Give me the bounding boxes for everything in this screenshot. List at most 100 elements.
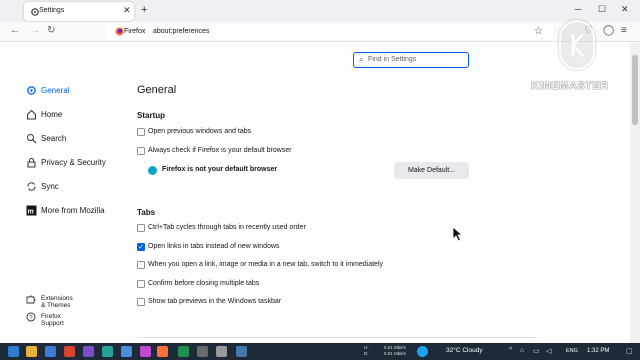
make-default-button[interactable]: Make Default... (394, 162, 469, 179)
search-placeholder: Find in Settings (368, 56, 417, 63)
scroll-thumb[interactable] (632, 55, 638, 125)
search-icon: ⌕ (359, 55, 364, 64)
account-icon[interactable]: ◯ (603, 25, 614, 36)
mozilla-icon: m (26, 205, 37, 216)
network-icon[interactable]: ⌂ (520, 347, 524, 354)
info-icon (148, 166, 157, 175)
checkbox-label: Open previous windows and tabs (148, 128, 252, 135)
firefox-support-label: Firefox Support (41, 313, 64, 327)
app-icon[interactable] (197, 346, 208, 357)
sidebar-item-label: Home (41, 110, 63, 119)
app-icon[interactable] (121, 346, 132, 357)
sidebar-item-label: Privacy & Security (41, 158, 106, 167)
reload-icon[interactable]: ↻ (47, 25, 55, 36)
svg-text:m: m (28, 209, 34, 216)
net-up: 0.01 Mbit/s (384, 345, 407, 350)
sidebar-item-label: General (41, 86, 70, 95)
app-icon[interactable] (216, 346, 227, 357)
puzzle-icon (26, 295, 36, 304)
app-icon[interactable] (236, 346, 247, 357)
nav-bar: ← → ↻ Firefox about:preferences ☆ ♡ ◯ ≡ (0, 22, 640, 42)
tab-strip: Settings ✕ + ─ ☐ ✕ (0, 0, 640, 22)
app-icon[interactable] (64, 346, 75, 357)
app-icon[interactable] (102, 346, 113, 357)
checkbox[interactable] (137, 128, 145, 136)
battery-icon[interactable]: ▭ (533, 347, 540, 355)
checkbox-label: When you open a link, image or media in … (148, 261, 384, 268)
new-tab-icon[interactable]: + (141, 4, 147, 16)
window-close-icon[interactable]: ✕ (621, 4, 629, 15)
kinemaster-k-icon (571, 33, 584, 57)
checkbox-label: Always check if Firefox is your default … (148, 147, 292, 154)
help-icon: ? (26, 312, 36, 322)
url-text[interactable]: about:preferences (153, 28, 209, 35)
sidebar-item-general[interactable]: General (26, 85, 126, 99)
checkbox[interactable] (137, 261, 145, 269)
identity-label: Firefox (124, 28, 146, 35)
firefox-icon (115, 27, 124, 36)
home-icon (27, 109, 36, 120)
checkbox[interactable] (137, 224, 145, 232)
sidebar-item-more-from-mozilla[interactable]: m More from Mozilla (26, 205, 126, 219)
extensions-themes-label: Extensions & Themes (41, 295, 73, 309)
sidebar-item-privacy[interactable]: Privacy & Security (26, 157, 126, 171)
forward-icon[interactable]: → (30, 25, 40, 36)
sidebar-item-label: More from Mozilla (41, 206, 105, 215)
close-tab-icon[interactable]: ✕ (123, 5, 131, 16)
watermark-logo (559, 20, 595, 70)
app-icon[interactable] (178, 346, 189, 357)
app-icon[interactable] (83, 346, 94, 357)
firefox-icon[interactable] (157, 346, 168, 357)
sidebar-item-home[interactable]: Home (26, 109, 126, 123)
tabs-heading: Tabs (137, 208, 156, 217)
checkbox-label: Ctrl+Tab cycles through tabs in recently… (148, 224, 306, 231)
sync-icon (27, 182, 36, 191)
network-labels: U: D: (364, 345, 369, 357)
checkbox[interactable] (137, 280, 145, 288)
explorer-icon[interactable] (26, 346, 37, 357)
tray-overflow-icon[interactable]: ^ (509, 347, 512, 354)
maximize-icon[interactable]: ☐ (598, 4, 606, 15)
sidebar-item-search[interactable]: Search (26, 133, 126, 147)
net-up-label: U: (364, 345, 369, 350)
page-title: General (137, 84, 177, 96)
search-input[interactable]: ⌕ Find in Settings (353, 52, 469, 68)
checkbox[interactable] (137, 147, 145, 155)
start-icon[interactable] (8, 346, 19, 357)
default-browser-text: Firefox is not your default browser (162, 166, 278, 173)
tab-settings[interactable]: Settings ✕ (24, 2, 134, 21)
menu-icon[interactable]: ≡ (621, 25, 627, 36)
lock-icon (27, 158, 36, 168)
network-speed: 0.01 Mbit/s 0.01 Mbit/s (384, 345, 406, 357)
weather-widget[interactable]: 32°C Cloudy (446, 347, 483, 354)
section-divider (137, 337, 537, 338)
sidebar-item-sync[interactable]: Sync (26, 181, 126, 195)
app-icon[interactable] (45, 346, 56, 357)
watermark-text: KINEMASTER (531, 80, 609, 92)
bookmark-star-icon[interactable]: ☆ (534, 26, 543, 37)
gear-icon (27, 86, 36, 95)
tray-app-icon[interactable] (417, 346, 428, 357)
taskbar: U: D: 0.01 Mbit/s 0.01 Mbit/s 32°C Cloud… (0, 343, 640, 360)
search-icon (27, 134, 37, 144)
notification-icon[interactable]: ▢ (626, 347, 633, 355)
net-down: 0.01 Mbit/s (384, 351, 407, 356)
mouse-cursor-icon (452, 226, 464, 242)
tab-title: Settings (39, 7, 65, 14)
app-icon[interactable] (140, 346, 151, 357)
net-down-label: D: (364, 351, 369, 356)
startup-heading: Startup (137, 111, 165, 120)
sidebar-item-label: Sync (41, 182, 59, 191)
minimize-icon[interactable]: ─ (575, 4, 581, 14)
checkbox-checked[interactable]: ✓ (137, 243, 145, 251)
checkbox-label: Confirm before closing multiple tabs (148, 280, 260, 287)
back-icon[interactable]: ← (10, 25, 20, 36)
volume-icon[interactable]: ◁ (546, 347, 551, 355)
checkbox[interactable] (137, 298, 145, 306)
sidebar-item-label: Search (41, 134, 67, 143)
clock[interactable]: 1:32 PM (587, 348, 609, 354)
language-indicator[interactable]: ENG (566, 348, 578, 354)
scrollbar[interactable] (630, 43, 640, 343)
url-bar[interactable]: Firefox about:preferences ☆ (106, 24, 554, 40)
checkbox-label: Show tab previews in the Windows taskbar (148, 298, 282, 305)
